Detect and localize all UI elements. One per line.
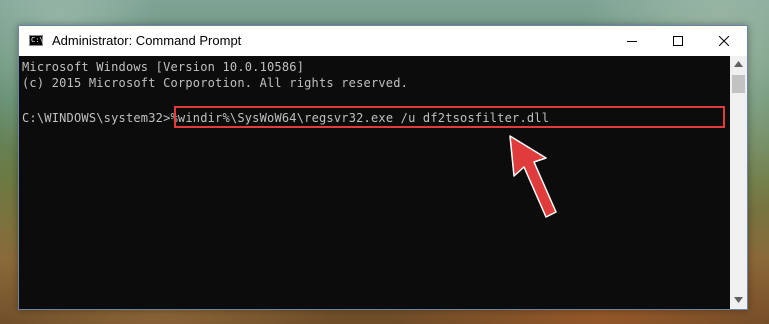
prompt-path: C:\WINDOWS\system32> [22, 111, 171, 125]
copyright-line: (c) 2015 Microsoft Corporotion. All righ… [22, 76, 409, 90]
chevron-up-icon [734, 61, 743, 67]
console-output[interactable]: Microsoft Windows [Version 10.0.10586] (… [19, 56, 730, 309]
minimize-icon [627, 41, 637, 42]
minimize-button[interactable] [609, 26, 655, 56]
command-prompt-window[interactable]: C:\ Administrator: Command Prompt Micros… [18, 25, 748, 310]
window-title: Administrator: Command Prompt [52, 33, 242, 48]
version-line: Microsoft Windows [Version 10.0.10586] [22, 60, 305, 74]
cmd-icon: C:\ [29, 35, 44, 46]
desktop-background: C:\ Administrator: Command Prompt Micros… [0, 0, 769, 324]
maximize-icon [673, 36, 683, 46]
vertical-scrollbar[interactable] [730, 56, 747, 309]
scrollbar-thumb[interactable] [732, 75, 745, 93]
arrow-pointer-icon [509, 135, 557, 218]
scroll-up-button[interactable] [730, 56, 747, 73]
scroll-down-button[interactable] [730, 292, 747, 309]
maximize-button[interactable] [655, 26, 701, 56]
title-bar[interactable]: C:\ Administrator: Command Prompt [19, 26, 747, 56]
close-icon [719, 36, 729, 46]
command-highlight-box [174, 106, 725, 128]
close-button[interactable] [701, 26, 747, 56]
chevron-down-icon [734, 297, 743, 303]
